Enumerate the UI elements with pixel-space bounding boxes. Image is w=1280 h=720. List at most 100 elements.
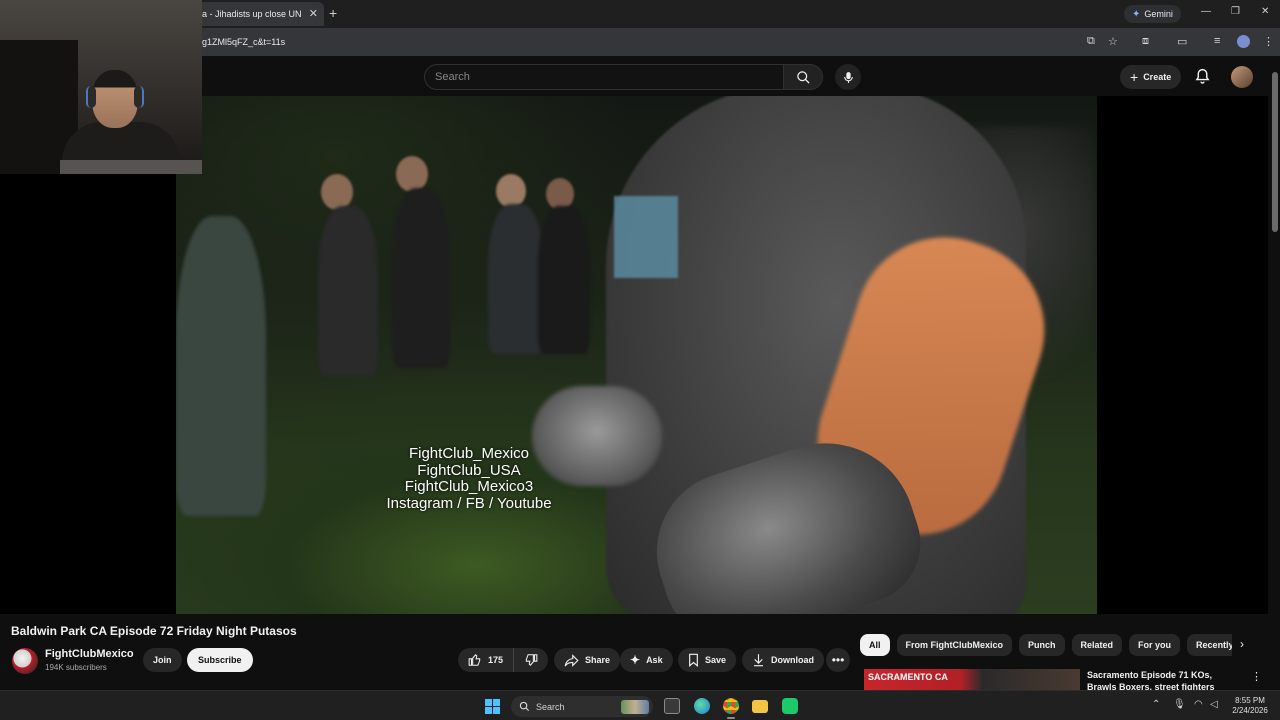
browser-menu-icon[interactable]: ⋮: [1263, 35, 1274, 48]
shirt-patch: [614, 196, 678, 278]
account-avatar[interactable]: [1231, 66, 1253, 88]
share-icon: [564, 653, 579, 667]
recommendation-chips: All From FightClubMexico Punch Related F…: [860, 634, 1232, 656]
recommendation-thumbnail[interactable]: SACRAMENTO CA: [864, 669, 1080, 691]
browser-tab[interactable]: a - Jihadists up close UNCE ✕: [196, 2, 324, 26]
like-dislike-group: 175: [458, 648, 548, 672]
chip-from-channel[interactable]: From FightClubMexico: [896, 634, 1013, 656]
share-button[interactable]: Share: [554, 648, 621, 672]
search-icon: [519, 701, 530, 712]
channel-name[interactable]: FightClubMexico: [45, 648, 134, 660]
url-text[interactable]: g1ZMl5qFZ_c&t=11s: [202, 37, 285, 47]
ask-label: Ask: [646, 655, 663, 665]
chip-punch[interactable]: Punch: [1019, 634, 1065, 656]
tab-title: a - Jihadists up close UNCE: [202, 9, 302, 19]
download-button[interactable]: Download: [742, 648, 824, 672]
search-input[interactable]: Search: [424, 64, 784, 90]
maximize-button[interactable]: ❐: [1231, 6, 1240, 17]
watermark-line: FightClub_USA: [417, 461, 521, 479]
video-watermark: FightClub_Mexico FightClub_USA FightClub…: [176, 445, 762, 512]
voice-search-button[interactable]: [835, 64, 861, 90]
like-count: 175: [488, 655, 504, 665]
close-window-button[interactable]: ✕: [1261, 6, 1269, 17]
crowd-person: [488, 204, 544, 354]
watermark-line: Instagram / FB / Youtube: [386, 494, 552, 512]
tab-close-icon[interactable]: ✕: [309, 7, 318, 20]
microphone-tray-icon[interactable]: 🎙: [1173, 699, 1186, 710]
create-label: Create: [1143, 72, 1172, 82]
chip-for-you[interactable]: For you: [1129, 634, 1181, 656]
scroll-thumb[interactable]: [1272, 72, 1278, 232]
webcam-desk: [60, 160, 202, 174]
thumbs-up-icon: [468, 653, 481, 666]
chrome-icon[interactable]: [723, 698, 739, 714]
minimize-button[interactable]: —: [1201, 6, 1211, 17]
channel-avatar[interactable]: [12, 648, 38, 674]
recommendation-menu-icon[interactable]: ⋮: [1251, 670, 1262, 683]
new-tab-button[interactable]: +: [329, 5, 337, 21]
clock-time: 8:55 PM: [1235, 696, 1265, 705]
bell-icon[interactable]: [1194, 67, 1211, 85]
bookmark-star-icon[interactable]: ☆: [1108, 35, 1118, 48]
sparkle-icon: ✦: [630, 653, 641, 667]
chip-all[interactable]: All: [860, 634, 890, 656]
gemini-button[interactable]: ✦ Gemini: [1124, 5, 1181, 23]
crowd-head: [496, 174, 526, 208]
search-button[interactable]: [783, 64, 823, 90]
crowd-person: [318, 206, 378, 376]
gemini-label: Gemini: [1144, 9, 1173, 19]
video-title: Baldwin Park CA Episode 72 Friday Night …: [11, 624, 297, 638]
edge-icon[interactable]: [694, 698, 710, 714]
save-label: Save: [705, 655, 727, 665]
app-icon[interactable]: [782, 698, 798, 714]
taskbar-search[interactable]: Search: [511, 696, 653, 717]
file-explorer-icon[interactable]: [752, 700, 768, 713]
clock-date: 2/24/2026: [1232, 706, 1268, 715]
volume-icon[interactable]: ◁: [1210, 699, 1218, 710]
crowd-head: [321, 174, 353, 210]
bookmark-icon: [689, 653, 698, 667]
create-button[interactable]: + Create: [1120, 65, 1182, 89]
video-frame: [176, 96, 1097, 614]
page-scrollbar[interactable]: [1270, 56, 1280, 690]
save-button[interactable]: Save: [678, 648, 737, 672]
chip-related[interactable]: Related: [1071, 634, 1123, 656]
recommendation-title[interactable]: Sacramento Episode 71 KOs, Brawls Boxers…: [1087, 669, 1242, 691]
subscribe-button[interactable]: Subscribe: [187, 648, 253, 672]
search-icon: [796, 70, 810, 84]
tray-chevron-icon[interactable]: ⌃: [1152, 699, 1160, 710]
taskbar-search-label: Search: [536, 701, 565, 712]
headset-icon: [134, 86, 144, 108]
like-button[interactable]: 175: [458, 648, 515, 672]
profile-avatar[interactable]: [1237, 35, 1250, 48]
windows-taskbar: Search ⌃ 🎙 ◠ ◁ 8:55 PM 2/24/2026: [0, 690, 1280, 720]
windows-start-icon[interactable]: [485, 699, 500, 714]
dislike-button[interactable]: [514, 648, 548, 672]
webcam-person-head: [92, 70, 138, 128]
extensions-icon[interactable]: ⧈: [1142, 35, 1149, 48]
crowd-person: [392, 188, 450, 368]
ask-button[interactable]: ✦ Ask: [620, 648, 673, 672]
taskbar-clock[interactable]: 8:55 PM 2/24/2026: [1228, 696, 1272, 716]
plus-icon: +: [1130, 69, 1139, 85]
media-controls-icon[interactable]: ≡: [1214, 35, 1220, 47]
headset-icon: [86, 86, 96, 108]
cast-icon[interactable]: ⧉: [1087, 35, 1095, 48]
watermark-line: FightClub_Mexico3: [404, 478, 534, 495]
webcam-overlay: [0, 0, 202, 174]
crowd-head: [396, 156, 428, 192]
wifi-icon[interactable]: ◠: [1194, 699, 1203, 710]
chip-recently-uploaded[interactable]: Recently uploaded: [1187, 634, 1232, 656]
download-label: Download: [771, 655, 814, 665]
download-icon: [754, 654, 763, 667]
join-button[interactable]: Join: [143, 648, 182, 672]
more-actions-button[interactable]: •••: [826, 648, 850, 672]
active-app-indicator: [727, 717, 735, 719]
search-highlight-icon: [621, 699, 649, 714]
thumbnail-label: SACRAMENTO CA: [868, 672, 948, 682]
thumbs-down-icon: [525, 654, 538, 667]
chevron-right-icon[interactable]: ›: [1240, 637, 1244, 651]
crowd-person: [538, 206, 590, 354]
task-view-icon[interactable]: [664, 698, 680, 714]
sidepanel-icon[interactable]: ▭: [1177, 35, 1187, 48]
